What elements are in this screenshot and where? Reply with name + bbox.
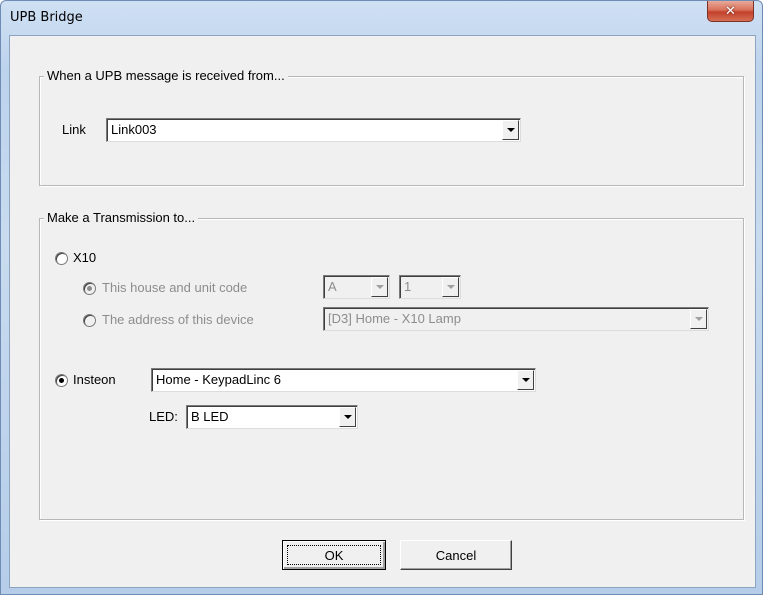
chevron-down-icon[interactable] [371,277,388,297]
close-button[interactable]: ✕ [707,1,754,22]
x10-radio[interactable] [55,252,68,265]
x10-device-select[interactable]: [D3] Home - X10 Lamp [323,307,709,331]
cancel-button[interactable]: Cancel [400,540,512,570]
link-label: Link [62,122,86,137]
ok-button[interactable]: OK [282,540,386,570]
focus-rectangle [287,545,381,565]
insteon-device-value: Home - KeypadLinc 6 [156,372,282,387]
led-label: LED: [149,409,178,424]
source-group: When a UPB message is received from... L… [39,68,744,186]
unit-code-select[interactable]: 1 [399,275,461,299]
house-unit-radio[interactable] [83,282,96,295]
close-icon: ✕ [725,3,736,19]
insteon-label: Insteon [73,372,116,387]
target-group-legend: Make a Transmission to... [44,210,199,226]
insteon-radio[interactable] [55,374,68,387]
insteon-device-select[interactable]: Home - KeypadLinc 6 [151,368,536,392]
x10-device-value: [D3] Home - X10 Lamp [328,311,461,326]
window-title: UPB Bridge [10,10,83,25]
led-select-value: B LED [191,409,229,424]
cancel-button-label: Cancel [435,547,477,563]
chevron-down-icon[interactable] [442,277,459,297]
x10-label: X10 [73,250,97,265]
device-address-radio[interactable] [83,314,96,327]
target-group: Make a Transmission to... X10 This house… [39,210,744,520]
chevron-down-icon[interactable] [339,407,356,427]
chevron-down-icon[interactable] [502,120,519,140]
dialog-client-area: When a UPB message is received from... L… [9,35,756,588]
device-address-label: The address of this device [102,312,254,327]
source-group-legend: When a UPB message is received from... [44,68,288,84]
chevron-down-icon[interactable] [517,370,534,390]
house-unit-label: This house and unit code [102,280,248,295]
led-select[interactable]: B LED [186,405,358,429]
dialog-window: UPB Bridge ✕ When a UPB message is recei… [0,0,763,595]
unit-code-value: 1 [404,279,412,294]
house-code-value: A [328,279,337,294]
link-select-value: Link003 [111,122,157,137]
chevron-down-icon[interactable] [690,309,707,329]
title-bar[interactable]: UPB Bridge ✕ [1,1,762,35]
house-code-select[interactable]: A [323,275,390,299]
link-select[interactable]: Link003 [106,118,521,142]
